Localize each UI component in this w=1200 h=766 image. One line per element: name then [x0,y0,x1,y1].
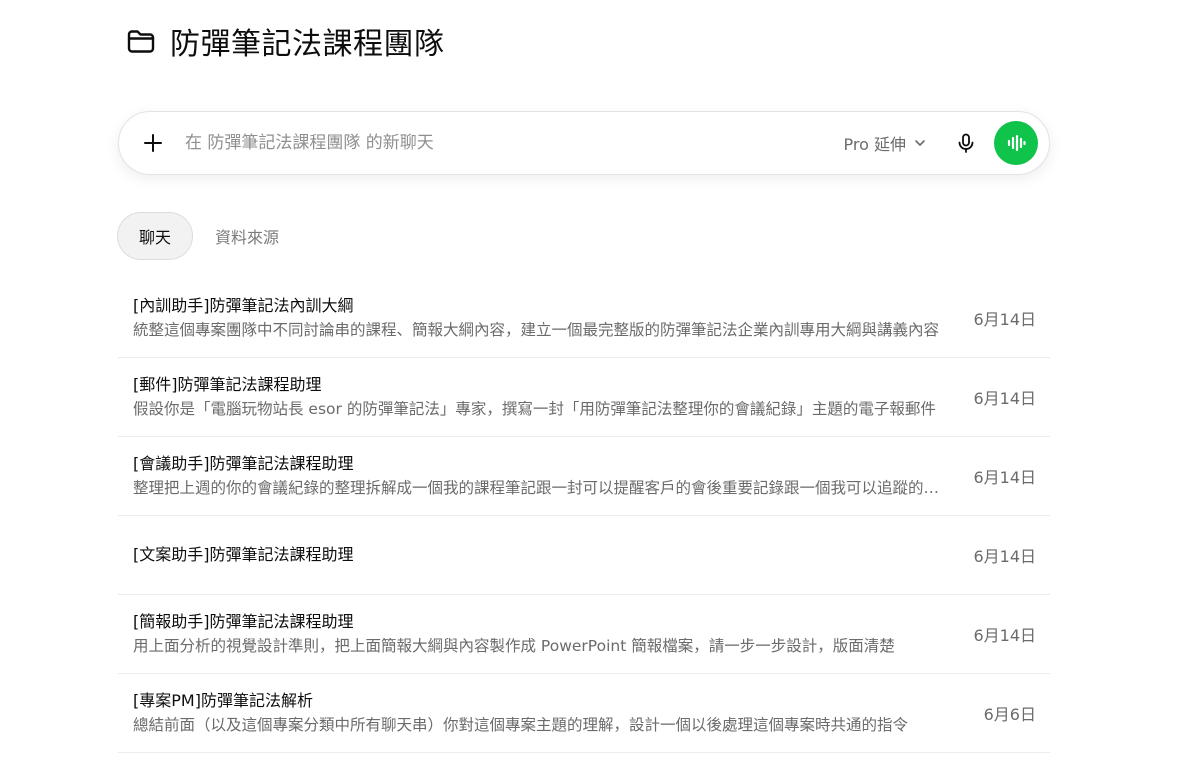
chat-preview: 用上面分析的視覺設計準則，把上面簡報大綱與內容製作成 PowerPoint 簡報… [133,637,895,655]
chat-list-item[interactable]: [會議助手]防彈筆記法課程助理 整理把上週的你的會議紀錄的整理拆解成一個我的課程… [118,437,1050,516]
plus-icon [144,134,162,152]
chat-list-item[interactable]: [簡報助手]防彈筆記法課程助理 用上面分析的視覺設計準則，把上面簡報大綱與內容製… [118,595,1050,674]
chat-title: [郵件]防彈筆記法課程助理 [133,375,322,394]
chat-list-item[interactable]: [郵件]防彈筆記法課程助理 假設你是「電腦玩物站長 esor 的防彈筆記法」專家… [118,358,1050,437]
chat-preview: 假設你是「電腦玩物站長 esor 的防彈筆記法」專家，撰寫一封「用防彈筆記法整理… [133,400,936,418]
chat-title: [文案助手]防彈筆記法課程助理 [133,545,354,564]
chat-date: 6月14日 [973,310,1036,329]
waveform-icon [1007,134,1026,152]
tab-sources[interactable]: 資料來源 [193,212,301,260]
add-attachment-button[interactable] [135,125,171,161]
chat-date: 6月14日 [973,547,1036,566]
chat-preview: 統整這個專案團隊中不同討論串的課程、簡報大綱內容，建立一個最完整版的防彈筆記法企… [133,321,940,339]
project-header: 防彈筆記法課程團隊 [124,18,445,64]
tab-chats[interactable]: 聊天 [117,212,194,260]
model-selector[interactable]: Pro 延伸 [844,131,926,155]
chat-title: [簡報助手]防彈筆記法課程助理 [133,612,354,631]
chevron-down-icon [914,137,926,149]
dictate-button[interactable] [948,125,984,161]
voice-mode-button[interactable] [994,121,1038,165]
project-page: 防彈筆記法課程團隊 Pro 延伸 [0,0,1200,766]
chat-preview: 整理把上週的你的會議紀錄的整理拆解成一個我的課程筆記跟一封可以提醒客戶的會後重要… [133,479,950,497]
chat-preview: 總結前面（以及這個專案分類中所有聊天串）你對這個專案主題的理解，設計一個以後處理… [133,716,909,734]
chat-title: [內訓助手]防彈筆記法內訓大綱 [133,296,354,315]
project-tabs: 聊天 資料來源 [117,212,301,260]
chat-list-item[interactable]: [專案PM]防彈筆記法解析 總結前面（以及這個專案分類中所有聊天串）你對這個專案… [118,674,1050,753]
chat-list: [內訓助手]防彈筆記法內訓大綱 統整這個專案團隊中不同討論串的課程、簡報大綱內容… [118,279,1050,753]
new-chat-composer: Pro 延伸 [118,111,1050,175]
chat-title: [專案PM]防彈筆記法解析 [133,691,313,710]
chat-date: 6月14日 [973,626,1036,645]
chat-date: 6月14日 [973,468,1036,487]
chat-title: [會議助手]防彈筆記法課程助理 [133,454,354,473]
folder-icon [124,24,158,58]
new-chat-input[interactable] [183,122,844,164]
chat-date: 6月14日 [973,389,1036,408]
chat-list-item[interactable]: [文案助手]防彈筆記法課程助理 6月14日 [118,516,1050,595]
chat-list-item[interactable]: [內訓助手]防彈筆記法內訓大綱 統整這個專案團隊中不同討論串的課程、簡報大綱內容… [118,279,1050,358]
microphone-icon [958,133,974,153]
model-selector-label: Pro 延伸 [843,135,906,154]
chat-date: 6月6日 [983,705,1036,724]
project-title: 防彈筆記法課程團隊 [170,27,445,62]
